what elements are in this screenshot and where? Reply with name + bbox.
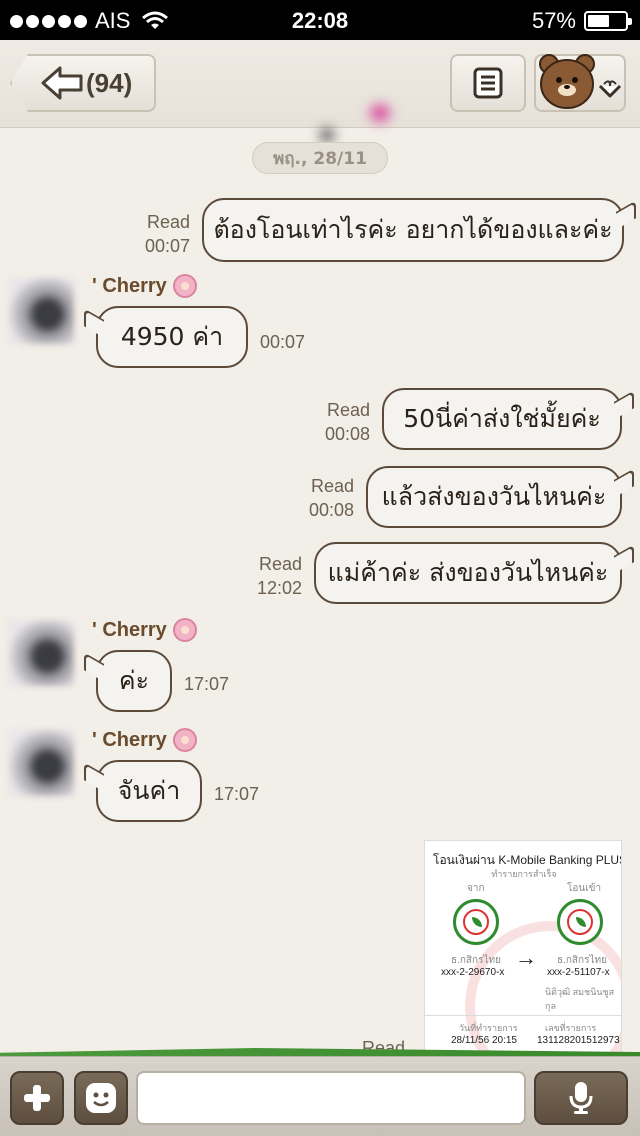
from-account: xxx-2-29670-x bbox=[441, 967, 505, 978]
message-time: 17:07 bbox=[184, 674, 230, 694]
message-bubble-incoming[interactable]: จันค่า bbox=[96, 760, 202, 822]
sender-name: ' Cherry bbox=[92, 728, 197, 752]
message-bubble-outgoing[interactable]: ต้องโอนเท่าไรค่ะ อยากได้ของและค่ะ bbox=[202, 198, 624, 262]
chevron-down-icon bbox=[598, 80, 622, 98]
back-button[interactable]: (94) bbox=[10, 54, 156, 112]
message-meta: Read 00:08 bbox=[284, 474, 354, 522]
ref-label: เลขที่รายการ bbox=[545, 1023, 597, 1033]
emoji-button[interactable] bbox=[74, 1071, 128, 1125]
girl-emoji-icon bbox=[172, 618, 197, 642]
message-input[interactable] bbox=[136, 1071, 526, 1125]
emoji-icon bbox=[86, 1083, 116, 1113]
back-arrow-icon bbox=[41, 66, 83, 100]
message-bubble-incoming[interactable]: 4950 ค่า bbox=[96, 306, 248, 368]
arrow-right-icon: → bbox=[515, 945, 537, 970]
unread-count: (94) bbox=[86, 67, 133, 98]
kbank-logo-icon bbox=[453, 899, 499, 945]
ref-value: 131128201512973 bbox=[537, 1035, 620, 1046]
kbank-logo-icon bbox=[557, 899, 603, 945]
receipt-divider bbox=[425, 1015, 621, 1016]
message-bubble-outgoing[interactable]: 50นี่ค่าส่งใช่มั้ยค่ะ bbox=[382, 388, 622, 450]
sender-name: ' Cherry bbox=[92, 618, 197, 642]
transfer-receipt-image[interactable]: โอนเงินผ่าน K-Mobile Banking PLUS ทำรายก… bbox=[424, 840, 622, 1054]
message-time: 00:08 bbox=[308, 500, 354, 520]
sender-name-text: ' Cherry bbox=[92, 618, 167, 641]
battery-percent: 57% bbox=[531, 8, 576, 33]
sticker-shop-button[interactable] bbox=[534, 54, 626, 112]
message-time: 17:07 bbox=[214, 784, 260, 804]
message-time: 00:07 bbox=[260, 332, 306, 352]
girl-emoji-icon bbox=[172, 274, 197, 298]
message-bubble-incoming[interactable]: ค่ะ bbox=[96, 650, 172, 712]
receipt-subtitle: ทำรายการสำเร็จ bbox=[491, 869, 557, 879]
girl-emoji-icon bbox=[172, 728, 197, 752]
sender-name-text: ' Cherry bbox=[92, 274, 167, 297]
from-label: จาก bbox=[467, 883, 485, 894]
menu-list-icon bbox=[473, 67, 503, 99]
battery-info: 57% bbox=[531, 8, 632, 34]
date-label: วันที่ทำรายการ bbox=[459, 1023, 518, 1033]
status-bar: AIS 22:08 57% bbox=[0, 0, 640, 40]
message-bubble-outgoing[interactable]: แม่ค้าค่ะ ส่งของวันไหนค่ะ bbox=[314, 542, 622, 604]
message-input-bar bbox=[0, 1056, 640, 1136]
read-status: Read bbox=[326, 400, 370, 420]
message-time: 12:02 bbox=[256, 578, 302, 598]
sender-name: ' Cherry bbox=[92, 274, 197, 298]
avatar[interactable] bbox=[8, 730, 74, 796]
avatar[interactable] bbox=[8, 620, 74, 686]
plus-icon bbox=[24, 1085, 50, 1111]
read-status: Read bbox=[258, 554, 302, 574]
read-status: Read bbox=[146, 212, 190, 232]
menu-button[interactable] bbox=[450, 54, 526, 112]
date-value: 28/11/56 20:15 bbox=[451, 1035, 517, 1046]
to-account: xxx-2-51107-x bbox=[547, 967, 610, 978]
microphone-icon bbox=[569, 1082, 593, 1114]
chat-header: (94) bbox=[0, 40, 640, 142]
avatar[interactable] bbox=[8, 278, 74, 344]
message-bubble-outgoing[interactable]: แล้วส่งของวันไหนค่ะ bbox=[366, 466, 622, 528]
message-time: 00:08 bbox=[324, 424, 370, 444]
battery-icon bbox=[584, 11, 632, 31]
battery-fill bbox=[588, 15, 609, 27]
to-bank: ธ.กสิกรไทย bbox=[557, 955, 607, 966]
message-time: 00:07 bbox=[144, 236, 190, 256]
to-name: นิติวุฒิ สมชนินชูสกุล bbox=[545, 987, 615, 1011]
message-meta: Read 00:08 bbox=[300, 398, 370, 446]
to-label: โอนเข้า bbox=[567, 883, 602, 894]
sender-name-text: ' Cherry bbox=[92, 728, 167, 751]
message-meta: Read 00:07 bbox=[120, 210, 190, 258]
brown-bear-icon bbox=[539, 54, 595, 109]
message-meta: Read 12:02 bbox=[232, 552, 302, 600]
voice-button[interactable] bbox=[534, 1071, 628, 1125]
read-status: Read bbox=[310, 476, 354, 496]
date-separator: พฤ., 28/11 bbox=[252, 142, 388, 174]
add-button[interactable] bbox=[10, 1071, 64, 1125]
from-bank: ธ.กสิกรไทย bbox=[451, 955, 501, 966]
